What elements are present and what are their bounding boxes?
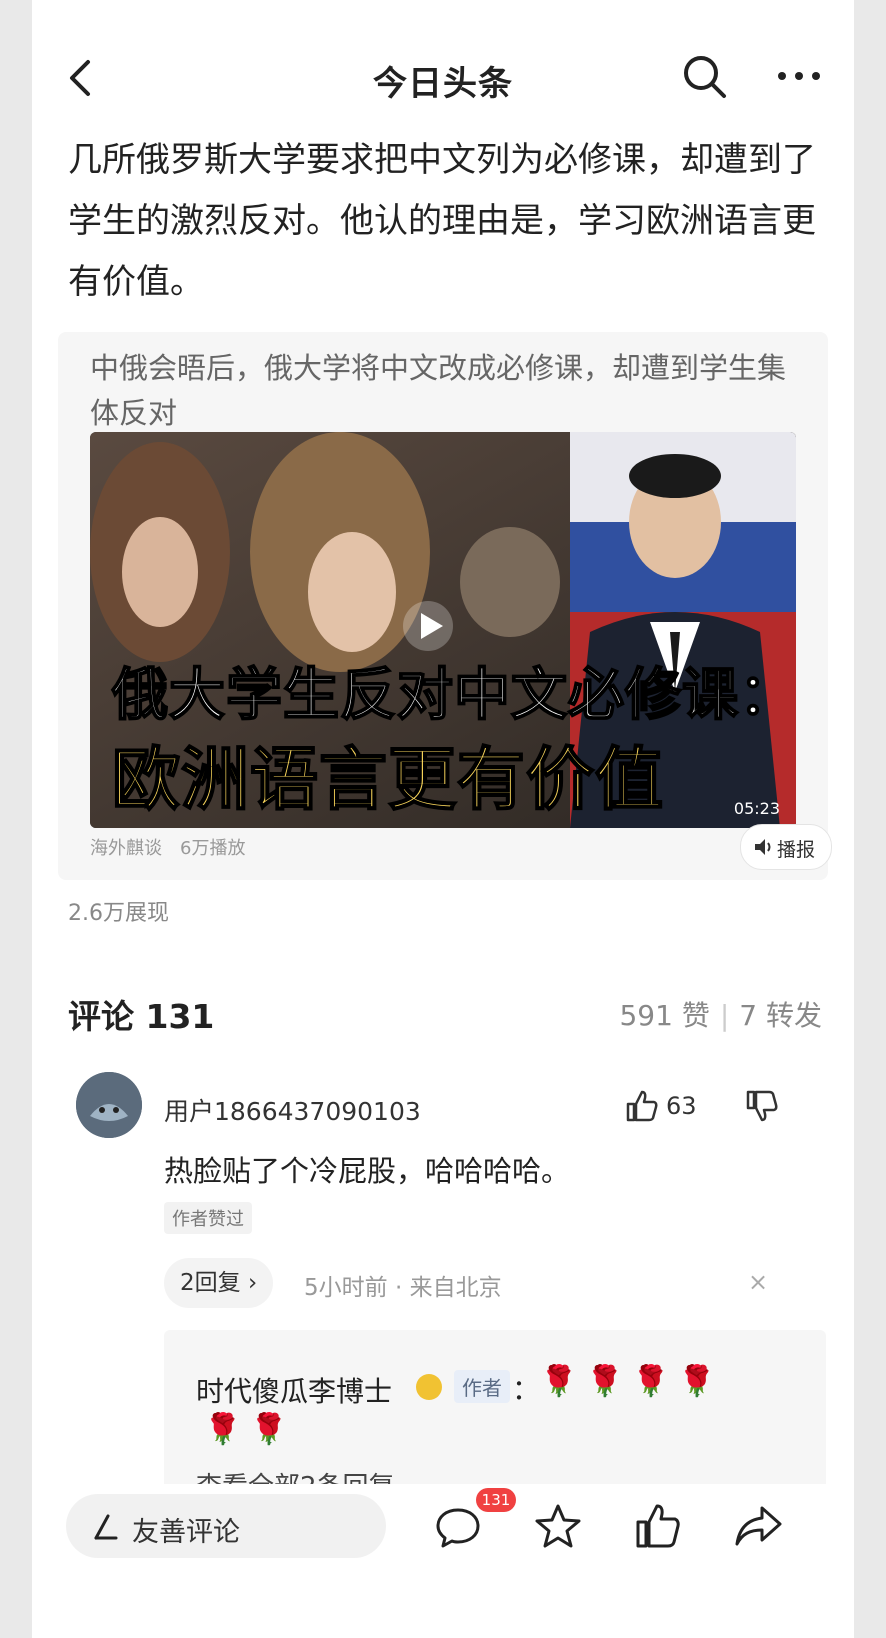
comment-text: 热脸贴了个冷屁股，哈哈哈哈。 (164, 1154, 571, 1188)
rose-emoji: 🌹 (586, 1364, 624, 1399)
star-icon (535, 1504, 581, 1548)
video-source[interactable]: 海外麒谈 (90, 838, 162, 859)
reply-colon: ： (512, 1373, 541, 1406)
thumbs-down-icon (746, 1090, 778, 1122)
impressions-count: 2.6万展现 (68, 901, 169, 926)
more-button[interactable] (776, 58, 822, 94)
verified-badge-icon (416, 1374, 442, 1400)
reply-preview[interactable]: 时代傻瓜李博士 作者 ： 🌹 🌹 🌹 🌹 🌹 🌹 查看全部2条回复 (164, 1330, 826, 1500)
reply-author-name[interactable]: 时代傻瓜李博士 (196, 1370, 392, 1410)
author-liked-badge: 作者赞过 (164, 1202, 252, 1234)
shares-count: 7 转发 (739, 999, 822, 1032)
top-bar: 今日头条 (32, 0, 854, 130)
search-icon (684, 56, 726, 98)
rose-emoji: 🌹 (632, 1364, 670, 1399)
thumbs-up-icon (626, 1090, 658, 1122)
avatar[interactable] (76, 1072, 142, 1138)
avatar-image (76, 1072, 142, 1138)
page-title: 今日头条 (373, 64, 513, 104)
comment-dislike-button[interactable] (744, 1088, 780, 1124)
video-duration: 05:23 (733, 799, 780, 818)
speaker-icon (755, 839, 771, 855)
app-page: 今日头条 几所俄罗斯大学要求把中文列为必修课，却遭到了学生的激烈反对。他认的理由… (32, 0, 854, 1638)
likes-count: 591 赞 (619, 999, 710, 1032)
comment-meta: 5小时前 · 来自北京 (304, 1275, 502, 1301)
like-button[interactable] (632, 1500, 684, 1552)
engagement-stats: 591 赞 | 7 转发 (619, 994, 822, 1034)
comment-username[interactable]: 用户1866437090103 (164, 1092, 421, 1128)
video-card[interactable]: 中俄会晤后，俄大学将中文改成必修课，却遭到学生集体反对 俄大学生反对中文必修课：… (58, 332, 832, 880)
view-replies-button[interactable]: 2回复 › (164, 1258, 274, 1308)
pen-icon (94, 1514, 118, 1540)
comment-like-count: 63 (666, 1092, 697, 1120)
thumbs-up-icon (636, 1504, 680, 1548)
share-button[interactable] (732, 1500, 784, 1552)
rose-emoji: 🌹 (678, 1364, 716, 1399)
comment-input-placeholder: 友善评论 (132, 1517, 240, 1548)
video-card-title: 中俄会晤后，俄大学将中文改成必修课，却遭到学生集体反对 (90, 351, 787, 430)
comment-button[interactable] (432, 1500, 484, 1552)
bottom-bar: 友善评论 131 (32, 1484, 854, 1638)
comment-count-badge: 131 (476, 1488, 516, 1512)
speak-label: 播报 (777, 839, 816, 861)
stats-divider: | (719, 999, 730, 1032)
play-icon[interactable] (402, 600, 454, 652)
share-icon (735, 1506, 782, 1546)
speak-button[interactable]: 播报 (740, 824, 832, 870)
video-caption-line2: 欧洲语言更有价值 (111, 740, 665, 821)
more-dots-icon (778, 72, 820, 80)
article-text: 几所俄罗斯大学要求把中文列为必修课，却遭到了学生的激烈反对。他认的理由是，学习欧… (68, 140, 816, 302)
comment-icon (436, 1508, 480, 1548)
video-meta: 海外麒谈 6万播放 (90, 834, 263, 860)
comment-input[interactable]: 友善评论 (66, 1494, 386, 1558)
close-icon[interactable]: × (748, 1268, 768, 1296)
favorite-button[interactable] (532, 1500, 584, 1552)
video-caption-line1: 俄大学生反对中文必修课： (111, 662, 796, 729)
rose-emoji: 🌹 (250, 1412, 288, 1447)
search-button[interactable] (680, 52, 728, 100)
video-plays: 6万播放 (180, 838, 246, 859)
author-tag: 作者 (454, 1370, 510, 1403)
rose-emoji: 🌹 (540, 1364, 578, 1399)
video-thumbnail[interactable]: 俄大学生反对中文必修课： 欧洲语言更有价值 05:23 (90, 432, 796, 828)
comments-heading: 评论 131 (68, 997, 215, 1036)
rose-emoji: 🌹 (204, 1412, 242, 1447)
